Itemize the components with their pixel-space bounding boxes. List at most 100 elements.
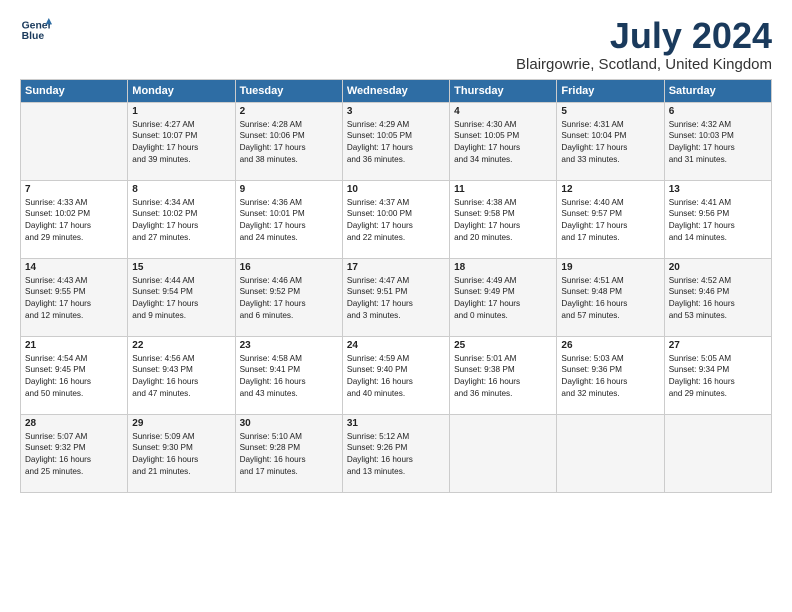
cell-content: Sunrise: 4:31 AM Sunset: 10:04 PM Daylig… bbox=[561, 119, 659, 167]
title-block: July 2024 Blairgowrie, Scotland, United … bbox=[516, 16, 772, 73]
cell-content: Sunrise: 5:07 AM Sunset: 9:32 PM Dayligh… bbox=[25, 431, 123, 479]
day-number: 29 bbox=[132, 418, 230, 429]
day-number: 21 bbox=[25, 340, 123, 351]
table-row: 16 Sunrise: 4:46 AM Sunset: 9:52 PM Dayli… bbox=[235, 258, 342, 336]
table-row bbox=[557, 414, 664, 492]
day-number: 11 bbox=[454, 184, 552, 195]
week-row-3: 21Sunrise: 4:54 AM Sunset: 9:45 PM Dayli… bbox=[21, 336, 772, 414]
table-row: 11 Sunrise: 4:38 AM Sunset: 9:58 PM Dayli… bbox=[450, 180, 557, 258]
cell-content: Sunrise: 4:46 AM Sunset: 9:52 PM Dayligh… bbox=[240, 275, 338, 323]
day-number: 3 bbox=[347, 106, 445, 117]
day-number: 20 bbox=[669, 262, 767, 273]
day-number: 26 bbox=[561, 340, 659, 351]
cell-content: Sunrise: 4:28 AM Sunset: 10:06 PM Daylig… bbox=[240, 119, 338, 167]
table-row: 13 Sunrise: 4:41 AM Sunset: 9:56 PM Dayli… bbox=[664, 180, 771, 258]
day-number: 2 bbox=[240, 106, 338, 117]
location-subtitle: Blairgowrie, Scotland, United Kingdom bbox=[516, 56, 772, 73]
table-row: 15 Sunrise: 4:44 AM Sunset: 9:54 PM Dayli… bbox=[128, 258, 235, 336]
cell-content: Sunrise: 4:41 AM Sunset: 9:56 PM Dayligh… bbox=[669, 197, 767, 245]
day-number: 25 bbox=[454, 340, 552, 351]
col-tuesday: Tuesday bbox=[235, 79, 342, 102]
cell-content: Sunrise: 4:30 AM Sunset: 10:05 PM Daylig… bbox=[454, 119, 552, 167]
cell-content: Sunrise: 4:40 AM Sunset: 9:57 PM Dayligh… bbox=[561, 197, 659, 245]
calendar-table: Sunday Monday Tuesday Wednesday Thursday… bbox=[20, 79, 772, 493]
cell-content: Sunrise: 4:37 AM Sunset: 10:00 PM Daylig… bbox=[347, 197, 445, 245]
cell-content: Sunrise: 5:05 AM Sunset: 9:34 PM Dayligh… bbox=[669, 353, 767, 401]
table-row: 24 Sunrise: 4:59 AM Sunset: 9:40 PM Dayli… bbox=[342, 336, 449, 414]
table-row: 25Sunrise: 5:01 AM Sunset: 9:38 PM Dayli… bbox=[450, 336, 557, 414]
day-number: 27 bbox=[669, 340, 767, 351]
col-monday: Monday bbox=[128, 79, 235, 102]
cell-content: Sunrise: 4:27 AM Sunset: 10:07 PM Daylig… bbox=[132, 119, 230, 167]
table-row: 7 Sunrise: 4:33 AM Sunset: 10:02 PM Dayli… bbox=[21, 180, 128, 258]
cell-content: Sunrise: 5:12 AM Sunset: 9:26 PM Dayligh… bbox=[347, 431, 445, 479]
table-row: 19 Sunrise: 4:51 AM Sunset: 9:48 PM Dayli… bbox=[557, 258, 664, 336]
day-number: 18 bbox=[454, 262, 552, 273]
cell-content: Sunrise: 4:32 AM Sunset: 10:03 PM Daylig… bbox=[669, 119, 767, 167]
col-thursday: Thursday bbox=[450, 79, 557, 102]
day-number: 22 bbox=[132, 340, 230, 351]
cell-content: Sunrise: 4:38 AM Sunset: 9:58 PM Dayligh… bbox=[454, 197, 552, 245]
week-row-1: 7 Sunrise: 4:33 AM Sunset: 10:02 PM Dayli… bbox=[21, 180, 772, 258]
week-row-2: 14 Sunrise: 4:43 AM Sunset: 9:55 PM Dayli… bbox=[21, 258, 772, 336]
day-number: 14 bbox=[25, 262, 123, 273]
day-number: 31 bbox=[347, 418, 445, 429]
day-number: 6 bbox=[669, 106, 767, 117]
col-saturday: Saturday bbox=[664, 79, 771, 102]
cell-content: Sunrise: 4:52 AM Sunset: 9:46 PM Dayligh… bbox=[669, 275, 767, 323]
table-row: 26 Sunrise: 5:03 AM Sunset: 9:36 PM Dayli… bbox=[557, 336, 664, 414]
table-row: 12 Sunrise: 4:40 AM Sunset: 9:57 PM Dayli… bbox=[557, 180, 664, 258]
cell-content: Sunrise: 4:44 AM Sunset: 9:54 PM Dayligh… bbox=[132, 275, 230, 323]
day-number: 1 bbox=[132, 106, 230, 117]
day-number: 15 bbox=[132, 262, 230, 273]
table-row: 21Sunrise: 4:54 AM Sunset: 9:45 PM Dayli… bbox=[21, 336, 128, 414]
cell-content: Sunrise: 4:43 AM Sunset: 9:55 PM Dayligh… bbox=[25, 275, 123, 323]
table-row bbox=[450, 414, 557, 492]
cell-content: Sunrise: 4:33 AM Sunset: 10:02 PM Daylig… bbox=[25, 197, 123, 245]
table-row: 6 Sunrise: 4:32 AM Sunset: 10:03 PM Dayli… bbox=[664, 102, 771, 180]
cell-content: Sunrise: 4:49 AM Sunset: 9:49 PM Dayligh… bbox=[454, 275, 552, 323]
svg-text:Blue: Blue bbox=[22, 31, 45, 42]
table-row bbox=[664, 414, 771, 492]
col-sunday: Sunday bbox=[21, 79, 128, 102]
table-row: 27 Sunrise: 5:05 AM Sunset: 9:34 PM Dayli… bbox=[664, 336, 771, 414]
cell-content: Sunrise: 4:47 AM Sunset: 9:51 PM Dayligh… bbox=[347, 275, 445, 323]
day-number: 12 bbox=[561, 184, 659, 195]
logo-icon: General Blue bbox=[20, 16, 52, 44]
day-number: 5 bbox=[561, 106, 659, 117]
day-number: 7 bbox=[25, 184, 123, 195]
day-number: 19 bbox=[561, 262, 659, 273]
cell-content: Sunrise: 5:10 AM Sunset: 9:28 PM Dayligh… bbox=[240, 431, 338, 479]
month-title: July 2024 bbox=[516, 16, 772, 56]
calendar-page: General Blue July 2024 Blairgowrie, Scot… bbox=[0, 0, 792, 503]
table-row: 5 Sunrise: 4:31 AM Sunset: 10:04 PM Dayli… bbox=[557, 102, 664, 180]
header-row: Sunday Monday Tuesday Wednesday Thursday… bbox=[21, 79, 772, 102]
cell-content: Sunrise: 4:29 AM Sunset: 10:05 PM Daylig… bbox=[347, 119, 445, 167]
table-row: 22 Sunrise: 4:56 AM Sunset: 9:43 PM Dayli… bbox=[128, 336, 235, 414]
table-row: 30 Sunrise: 5:10 AM Sunset: 9:28 PM Dayli… bbox=[235, 414, 342, 492]
table-row: 3 Sunrise: 4:29 AM Sunset: 10:05 PM Dayli… bbox=[342, 102, 449, 180]
cell-content: Sunrise: 4:56 AM Sunset: 9:43 PM Dayligh… bbox=[132, 353, 230, 401]
col-wednesday: Wednesday bbox=[342, 79, 449, 102]
day-number: 10 bbox=[347, 184, 445, 195]
table-row: 17 Sunrise: 4:47 AM Sunset: 9:51 PM Dayli… bbox=[342, 258, 449, 336]
col-friday: Friday bbox=[557, 79, 664, 102]
day-number: 4 bbox=[454, 106, 552, 117]
day-number: 30 bbox=[240, 418, 338, 429]
cell-content: Sunrise: 5:03 AM Sunset: 9:36 PM Dayligh… bbox=[561, 353, 659, 401]
table-row: 9Sunrise: 4:36 AM Sunset: 10:01 PM Dayli… bbox=[235, 180, 342, 258]
table-row: 18 Sunrise: 4:49 AM Sunset: 9:49 PM Dayli… bbox=[450, 258, 557, 336]
table-row: 10 Sunrise: 4:37 AM Sunset: 10:00 PM Dayl… bbox=[342, 180, 449, 258]
day-number: 23 bbox=[240, 340, 338, 351]
day-number: 24 bbox=[347, 340, 445, 351]
cell-content: Sunrise: 4:51 AM Sunset: 9:48 PM Dayligh… bbox=[561, 275, 659, 323]
day-number: 16 bbox=[240, 262, 338, 273]
day-number: 13 bbox=[669, 184, 767, 195]
table-row: 20 Sunrise: 4:52 AM Sunset: 9:46 PM Dayli… bbox=[664, 258, 771, 336]
table-row: 23Sunrise: 4:58 AM Sunset: 9:41 PM Dayli… bbox=[235, 336, 342, 414]
table-row: 14 Sunrise: 4:43 AM Sunset: 9:55 PM Dayli… bbox=[21, 258, 128, 336]
logo: General Blue bbox=[20, 16, 52, 44]
cell-content: Sunrise: 4:59 AM Sunset: 9:40 PM Dayligh… bbox=[347, 353, 445, 401]
table-row: 31 Sunrise: 5:12 AM Sunset: 9:26 PM Dayli… bbox=[342, 414, 449, 492]
day-number: 17 bbox=[347, 262, 445, 273]
